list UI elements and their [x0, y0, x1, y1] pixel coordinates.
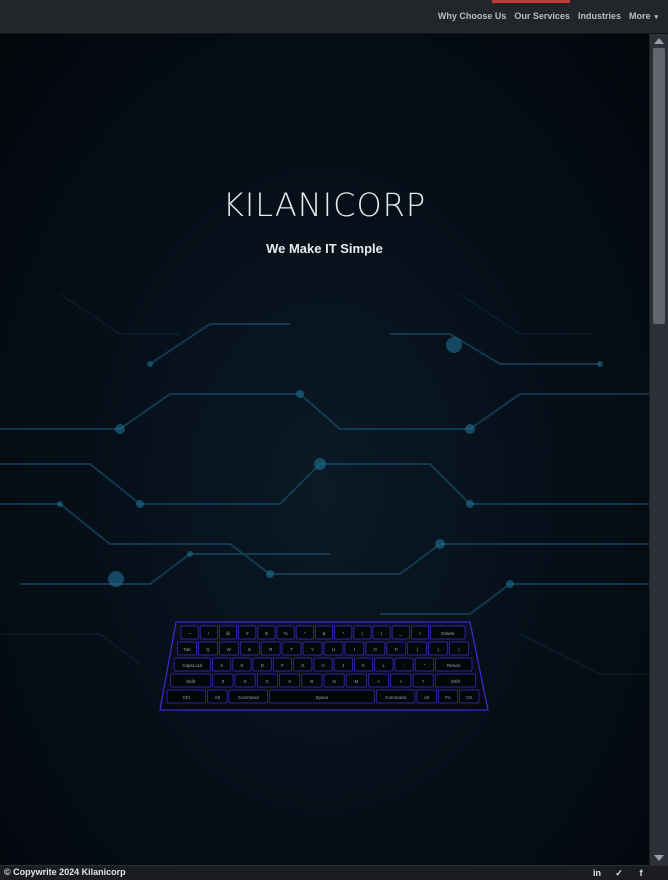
keyboard-key-label: & — [322, 631, 325, 636]
nav-accent-bar — [492, 0, 570, 3]
keyboard-key-label: Shift — [451, 679, 461, 684]
hero-tagline: We Make IT Simple — [266, 241, 383, 256]
nav-more-label: More — [628, 11, 651, 21]
keyboard-key-label: Delete — [441, 631, 455, 636]
keyboard-key-label: J — [342, 663, 344, 668]
keyboard-key-label: Space — [316, 695, 329, 700]
keyboard-key-label: Y — [311, 647, 314, 652]
keyboard-key-label: < — [377, 679, 380, 684]
keyboard-key-label: ~ — [188, 631, 191, 636]
company-logo: KILANICORP — [222, 186, 427, 224]
scrollbar-thumb[interactable] — [653, 48, 665, 324]
circuit-background — [0, 293, 649, 675]
social-links: in ✓ f — [592, 868, 646, 879]
keyboard-key-label: M — [355, 679, 359, 684]
keyboard-key-label: + — [419, 631, 422, 636]
linkedin-icon[interactable]: in — [592, 868, 602, 879]
keyboard-key-label: _ — [398, 631, 402, 636]
keyboard-key-label: K — [362, 663, 365, 668]
keyboard-key-label: Tab — [183, 647, 191, 652]
keyboard-key-label: X — [244, 679, 247, 684]
keyboard-key-label: G — [301, 663, 305, 668]
nav-menu: Why Choose Us Our Services Industries Mo… — [438, 11, 658, 21]
keyboard-key-label: @ — [226, 631, 231, 636]
keyboard-key-label: Command — [238, 695, 259, 700]
page-scrollbar[interactable] — [649, 34, 668, 865]
nav-industries[interactable]: Industries — [578, 11, 621, 21]
keyboard-key-label: Q — [206, 647, 210, 652]
keyboard-key-label: O — [374, 647, 378, 652]
scroll-down-icon[interactable] — [654, 855, 664, 861]
keyboard-key-label: CapsLock — [182, 663, 203, 668]
twitter-icon[interactable]: ✓ — [614, 868, 624, 879]
keyboard-key-label: Ctr — [466, 695, 473, 700]
keyboard-key-label: Ctrl — [183, 695, 190, 700]
keyboard-key-label: F — [281, 663, 284, 668]
keyboard-key-label: T — [290, 647, 293, 652]
site-footer: © Copywrite 2024 Kilanicorp in ✓ f — [0, 865, 668, 880]
keyboard-key-label: ! — [208, 631, 209, 636]
keyboard-key-label: : — [403, 663, 404, 668]
scroll-up-icon[interactable] — [654, 38, 664, 44]
keyboard-key-label: A — [220, 663, 223, 668]
nav-why-choose-us[interactable]: Why Choose Us — [438, 11, 507, 21]
keyboard-key-label: | — [458, 647, 459, 652]
keyboard-key-label: P — [395, 647, 398, 652]
keyboard-key-label: I — [354, 647, 355, 652]
keyboard-key-label: > — [400, 679, 403, 684]
keyboard-key-label: Z — [222, 679, 225, 684]
chevron-down-icon: ▾ — [654, 14, 658, 21]
keyboard-key-label: * — [342, 631, 344, 636]
keyboard-key-label: U — [332, 647, 335, 652]
nav-more-dropdown[interactable]: More ▾ — [629, 11, 658, 21]
nav-our-services[interactable]: Our Services — [514, 11, 570, 21]
keyboard-key-label: Command — [385, 695, 406, 700]
top-navbar: Why Choose Us Our Services Industries Mo… — [0, 0, 668, 34]
keyboard-key-label: N — [332, 679, 335, 684]
keyboard-key-label: Fn — [445, 695, 451, 700]
keyboard-key-label: Alt — [215, 695, 221, 700]
keyboard-graphic: ~! @ # $% ^ & *() _ + DeleteTab Q W E R T Y U I O P{} |CapsL… — [159, 621, 489, 711]
keyboard-key-label: W — [227, 647, 232, 652]
keyboard-key-label: V — [288, 679, 291, 684]
keyboard-key-label: S — [240, 663, 243, 668]
keyboard-key-label: Shift — [186, 679, 196, 684]
keyboard-key-label: % — [284, 631, 288, 636]
hero-section: KILANICORP We Make IT Simple ~! @ # $% ^ & *()… — [0, 34, 649, 865]
keyboard-key-label: H — [321, 663, 324, 668]
keyboard-key-label: E — [248, 647, 251, 652]
copyright-text: © Copywrite 2024 Kilanicorp — [4, 867, 126, 877]
keyboard-key-label: Alt — [424, 695, 430, 700]
facebook-icon[interactable]: f — [636, 868, 646, 879]
keyboard-key-label: B — [310, 679, 313, 684]
keyboard-key-label: Return — [447, 663, 461, 668]
